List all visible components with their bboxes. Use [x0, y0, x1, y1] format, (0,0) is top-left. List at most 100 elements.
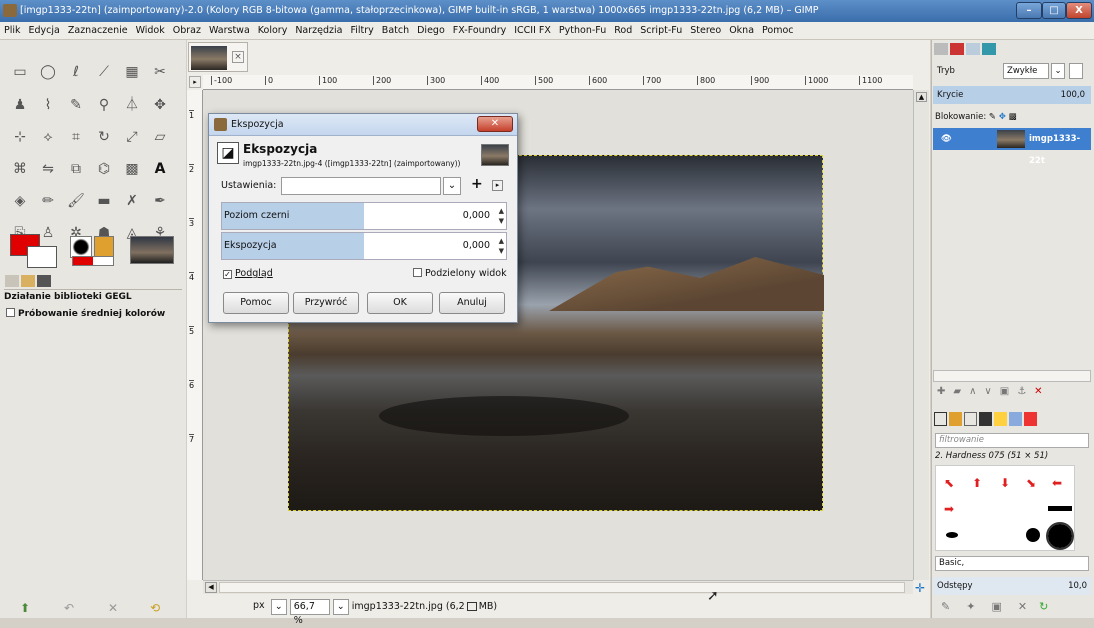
- menu-plik[interactable]: Plik: [0, 22, 25, 40]
- ellipse-select-icon[interactable]: ◯: [37, 61, 59, 83]
- sample-average-option[interactable]: Próbowanie średniej kolorów: [6, 308, 165, 319]
- visibility-eye-icon[interactable]: 👁: [941, 134, 952, 144]
- menu-zaznaczenie[interactable]: Zaznaczenie: [64, 22, 132, 40]
- anchor-layer-icon[interactable]: ⚓: [1017, 386, 1026, 397]
- layers-tab-icon[interactable]: [934, 43, 948, 55]
- undo-tab-icon[interactable]: [982, 43, 996, 55]
- menu-python-fu[interactable]: Python-Fu: [555, 22, 610, 40]
- menu-narzedzia[interactable]: Narzędzia: [291, 22, 346, 40]
- scroll-left-icon[interactable]: ◀: [205, 582, 217, 593]
- menu-stereo[interactable]: Stereo: [686, 22, 725, 40]
- horizontal-scrollbar[interactable]: ◀: [203, 580, 913, 594]
- ink-icon[interactable]: ✒: [149, 190, 171, 212]
- text-tool-icon[interactable]: A: [149, 158, 171, 180]
- close-window-button[interactable]: X: [1066, 2, 1092, 19]
- scale-icon[interactable]: ⤢: [121, 126, 143, 148]
- exposure-value[interactable]: 0,000: [463, 233, 490, 259]
- menu-edycja[interactable]: Edycja: [25, 22, 64, 40]
- navigate-icon[interactable]: ✛: [915, 582, 929, 595]
- mode-dropdown-arrow[interactable]: ⌄: [1051, 63, 1065, 79]
- reset-mode-icon[interactable]: [1069, 63, 1083, 79]
- brush-tabs[interactable]: [933, 410, 1091, 430]
- color-select-icon[interactable]: ▦: [121, 61, 143, 83]
- brush-arrow-se-icon[interactable]: ⬊: [1026, 476, 1036, 490]
- active-image-thumbnail[interactable]: [130, 236, 174, 264]
- new-layer-group-icon[interactable]: ▰: [953, 386, 961, 397]
- spacing-slider[interactable]: Odstępy 10,0: [933, 577, 1091, 595]
- gradient-preview[interactable]: [72, 256, 114, 266]
- tool-presets-tab-icon[interactable]: [1024, 412, 1037, 426]
- background-color-swatch[interactable]: [27, 246, 57, 268]
- reset-button[interactable]: Przywróć: [293, 292, 359, 314]
- brush-arrow-right-icon[interactable]: ➡: [944, 502, 954, 516]
- palettes-tab-icon[interactable]: [994, 412, 1007, 426]
- rotate-icon[interactable]: ↻: [93, 126, 115, 148]
- fonts-tab-icon[interactable]: [964, 412, 977, 426]
- measure-icon[interactable]: ⏃: [121, 93, 143, 115]
- pencil-icon[interactable]: ✏: [37, 190, 59, 212]
- lock-pixels-icon[interactable]: ✎: [989, 112, 996, 122]
- brush-preset-dropdown[interactable]: Basic,: [935, 556, 1089, 571]
- dialog-titlebar[interactable]: Ekspozycja: [209, 114, 517, 136]
- delete-brush-icon[interactable]: ✕: [1018, 600, 1027, 613]
- brush-icon[interactable]: 🖌: [65, 190, 87, 212]
- restore-options-icon[interactable]: ↶: [64, 601, 74, 615]
- exposure-spinscale[interactable]: Ekspozycja 0,000 ▲ ▼: [221, 232, 507, 260]
- rect-select-icon[interactable]: ▭: [9, 61, 31, 83]
- add-settings-icon[interactable]: +: [471, 176, 483, 192]
- menu-iccii-fx[interactable]: ICCII FX: [510, 22, 555, 40]
- settings-dropdown-arrow[interactable]: ⌄: [443, 177, 461, 195]
- save-options-icon[interactable]: ⬆: [20, 601, 30, 615]
- menu-filtry[interactable]: Filtry: [346, 22, 377, 40]
- brush-arrow-down-icon[interactable]: ⬇: [1000, 476, 1010, 490]
- dock-tabs[interactable]: [933, 42, 1013, 58]
- image-tab[interactable]: ×: [188, 42, 248, 72]
- menu-fx-foundry[interactable]: FX-Foundry: [449, 22, 510, 40]
- eraser-icon[interactable]: ▬: [93, 190, 115, 212]
- quick-mask-menu-icon[interactable]: ▸: [189, 76, 201, 88]
- help-button[interactable]: Pomoc: [223, 292, 289, 314]
- sample-average-checkbox[interactable]: [6, 308, 15, 317]
- menu-pomoc[interactable]: Pomoc: [758, 22, 798, 40]
- new-layer-icon[interactable]: ✚: [937, 386, 945, 397]
- reset-options-icon[interactable]: ⟲: [150, 601, 160, 615]
- cancel-button[interactable]: Anuluj: [439, 292, 505, 314]
- brush-hardness-075-icon[interactable]: [1046, 522, 1074, 550]
- brush-round-small-icon[interactable]: [946, 532, 958, 538]
- preview-checkbox[interactable]: ✓: [223, 270, 232, 279]
- scissors-icon[interactable]: ✂: [149, 61, 171, 83]
- black-level-value[interactable]: 0,000: [463, 203, 490, 229]
- pattern-preview[interactable]: [94, 236, 114, 258]
- color-picker-icon[interactable]: ✎: [65, 94, 87, 116]
- menu-obraz[interactable]: Obraz: [169, 22, 205, 40]
- brush-arrow-icon[interactable]: ⬉: [944, 476, 954, 490]
- flip-icon[interactable]: ⇋: [37, 158, 59, 180]
- menu-script-fu[interactable]: Script-Fu: [636, 22, 686, 40]
- menu-warstwa[interactable]: Warstwa: [205, 22, 254, 40]
- zoom-field[interactable]: 66,7 %: [289, 598, 330, 626]
- brush-arrow-up-icon[interactable]: ⬆: [972, 476, 982, 490]
- split-view-option[interactable]: Podzielony widok: [413, 268, 507, 279]
- split-view-checkbox[interactable]: [413, 268, 422, 277]
- brush-arrow-left-icon[interactable]: ⬅: [1052, 476, 1062, 490]
- gradients-tab-icon[interactable]: [979, 412, 992, 426]
- tool-options-tabs[interactable]: [4, 274, 182, 290]
- settings-combo[interactable]: [281, 177, 441, 195]
- foreground-select-icon[interactable]: ♟: [9, 94, 31, 116]
- raise-layer-icon[interactable]: ∧: [969, 386, 976, 397]
- exposure-stepper[interactable]: ▲ ▼: [499, 236, 504, 256]
- refresh-brushes-icon[interactable]: ↻: [1039, 600, 1048, 613]
- transform-icon[interactable]: ⟡: [37, 126, 59, 148]
- new-brush-icon[interactable]: ✦: [966, 600, 975, 613]
- close-tab-icon[interactable]: ×: [232, 51, 244, 63]
- ok-button[interactable]: OK: [367, 292, 433, 314]
- brush-filter-input[interactable]: filtrowanie: [935, 433, 1089, 448]
- layers-hscroll[interactable]: [933, 370, 1091, 382]
- brushes-tab-icon[interactable]: [934, 412, 947, 426]
- perspective-icon[interactable]: ⌘: [9, 158, 31, 180]
- move-icon[interactable]: ✥: [149, 94, 171, 116]
- brush-grid[interactable]: ⬉ ⬆ ⬇ ⬊ ⬅ ➡: [935, 465, 1075, 551]
- settings-menu-icon[interactable]: ▸: [492, 180, 503, 191]
- zoom-dropdown[interactable]: ⌄: [332, 598, 349, 615]
- bucket-fill-icon[interactable]: ◈: [9, 190, 31, 212]
